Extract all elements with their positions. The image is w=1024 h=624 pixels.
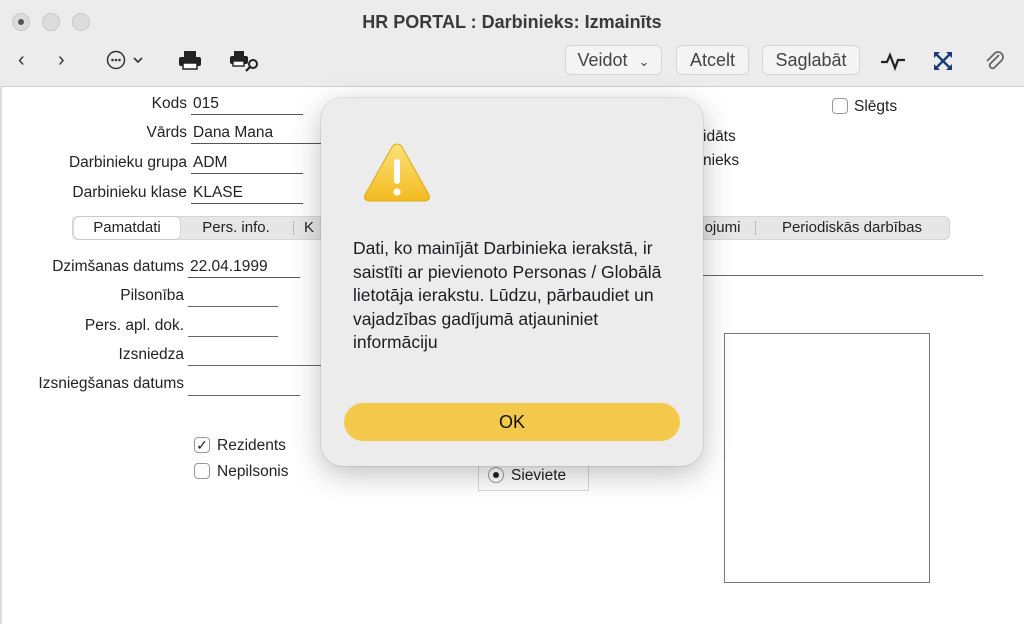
- save-button[interactable]: Saglabāt: [762, 45, 860, 75]
- expand-arrows-icon: [934, 52, 952, 70]
- tab-partial-k[interactable]: K: [299, 217, 319, 239]
- window-left-edge: [0, 86, 2, 624]
- employee-label: nieks: [703, 152, 740, 169]
- closed-checkbox[interactable]: [832, 98, 848, 114]
- tab-separator: [755, 221, 756, 235]
- candidate-label: idāts: [703, 128, 736, 145]
- group-label: Darbinieku grupa: [68, 154, 187, 171]
- tab-personal[interactable]: Pers. info.: [187, 217, 285, 239]
- printer-icon: [179, 51, 201, 70]
- name-field[interactable]: Dana Mana: [191, 124, 321, 144]
- window-title: HR PORTAL : Darbinieks: Izmainīts: [362, 12, 662, 32]
- print-preview-button[interactable]: [229, 50, 261, 78]
- issued-by-label: Izsniedza: [118, 346, 184, 363]
- forward-icon[interactable]: ›: [58, 48, 65, 72]
- code-field[interactable]: 015: [191, 95, 303, 115]
- resident-checkbox[interactable]: ✓: [194, 437, 210, 453]
- female-radio[interactable]: [488, 467, 504, 483]
- activity-button[interactable]: [880, 50, 906, 78]
- create-dropdown-button[interactable]: Veidot ⌄: [565, 45, 662, 75]
- name-label: Vārds: [146, 124, 188, 141]
- id-doc-label: Pers. apl. dok.: [84, 317, 184, 334]
- alert-dialog: Dati, ko mainījāt Darbinieka ierakstā, i…: [321, 98, 703, 466]
- chevron-down-icon: ⌄: [638, 54, 650, 69]
- tab-separator: [293, 221, 294, 235]
- tab-partial-s[interactable]: ojumi: [700, 217, 745, 239]
- birth-date-label: Dzimšanas datums: [52, 258, 184, 275]
- warning-icon: [364, 143, 430, 202]
- class-field[interactable]: KLASE: [191, 184, 303, 204]
- activity-icon: [881, 52, 905, 72]
- back-icon[interactable]: ‹: [18, 48, 25, 72]
- right-field-line[interactable]: [703, 274, 983, 276]
- code-label: Kods: [151, 95, 187, 112]
- ok-button[interactable]: OK: [344, 403, 680, 441]
- citizenship-field[interactable]: [188, 305, 278, 307]
- tab-basic[interactable]: Pamatdati: [74, 217, 180, 239]
- print-button[interactable]: [178, 50, 202, 76]
- noncitizen-label: Nepilsonis: [217, 463, 289, 480]
- create-label: Veidot: [577, 50, 628, 70]
- more-actions-button[interactable]: [106, 49, 144, 77]
- print-preview-icon: [230, 51, 258, 72]
- expand-button[interactable]: [932, 50, 954, 78]
- id-doc-field[interactable]: [188, 335, 278, 337]
- group-field[interactable]: ADM: [191, 154, 303, 174]
- issue-date-field[interactable]: [188, 394, 300, 396]
- citizenship-label: Pilsonība: [120, 287, 184, 304]
- window-titlebar: HR PORTAL : Darbinieks: Izmainīts ‹ › Ve…: [0, 0, 1024, 87]
- birth-date-field[interactable]: 22.04.1999: [188, 258, 300, 278]
- noncitizen-checkbox[interactable]: [194, 463, 210, 479]
- class-label: Darbinieku klase: [72, 184, 187, 201]
- attachment-button[interactable]: [982, 48, 1006, 78]
- issue-date-label: Izsniegšanas datums: [38, 375, 184, 392]
- alert-message: Dati, ko mainījāt Darbinieka ierakstā, i…: [353, 238, 662, 352]
- ellipsis-circle-icon: [106, 50, 143, 70]
- paperclip-icon: [986, 51, 1004, 70]
- closed-label: Slēgts: [854, 98, 898, 115]
- female-label: Sieviete: [511, 467, 567, 484]
- issued-by-field[interactable]: [188, 364, 322, 366]
- photo-box[interactable]: [724, 333, 930, 583]
- cancel-button[interactable]: Atcelt: [676, 45, 749, 75]
- resident-label: Rezidents: [217, 437, 286, 454]
- tab-periodic[interactable]: Periodiskās darbības: [767, 217, 937, 239]
